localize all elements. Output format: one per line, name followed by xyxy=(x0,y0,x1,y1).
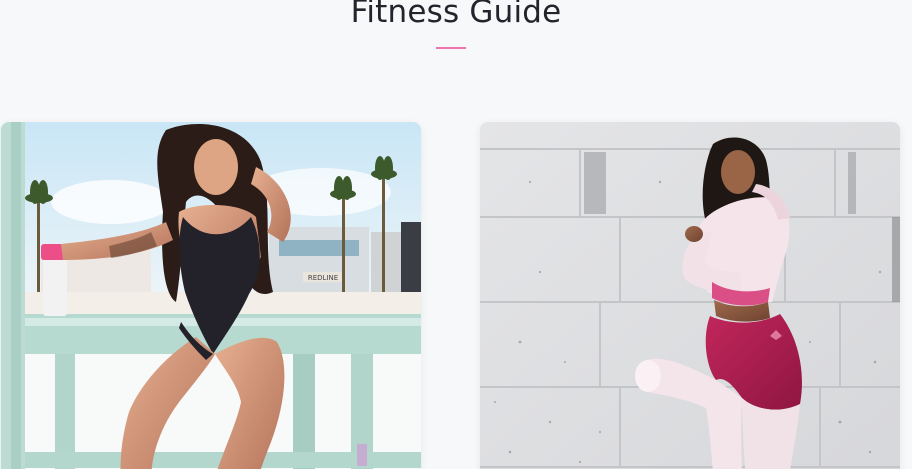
fitness-guide-card-1[interactable]: REDLINE xyxy=(1,122,421,469)
card-1-photo: REDLINE xyxy=(1,122,421,469)
fitness-guide-section: Fitness Guide REDLINE xyxy=(0,0,912,469)
card-2-photo xyxy=(480,122,900,469)
fitness-guide-card-2[interactable] xyxy=(480,122,900,469)
title-underline xyxy=(436,47,466,49)
section-title: Fitness Guide xyxy=(350,0,562,30)
redline-sign: REDLINE xyxy=(308,274,338,282)
